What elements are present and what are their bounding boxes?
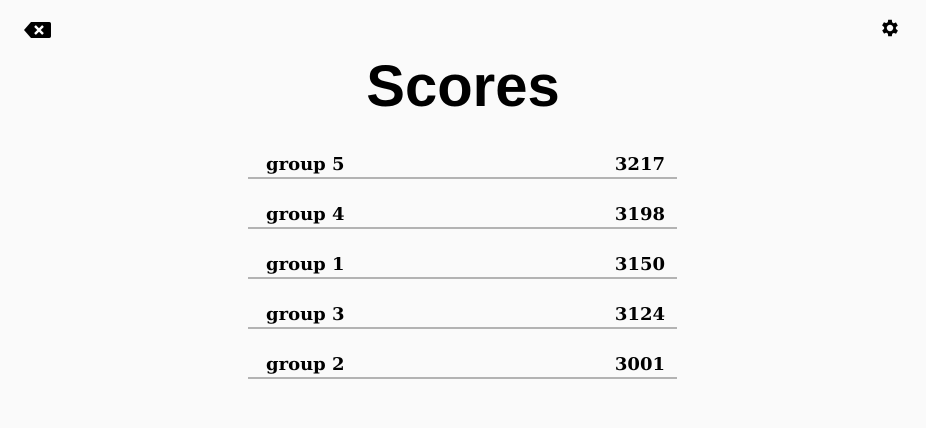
group-score: 3124 [614,304,665,325]
group-score: 3198 [614,204,665,225]
group-name: group 4 [266,204,345,225]
score-row: group 5 3217 [248,150,677,179]
group-score: 3150 [614,254,665,275]
score-row: group 1 3150 [248,229,677,279]
gear-icon[interactable] [879,17,901,39]
score-row: group 4 3198 [248,179,677,229]
group-name: group 3 [266,304,345,325]
group-name: group 1 [266,254,345,275]
score-row: group 3 3124 [248,279,677,329]
group-score: 3001 [614,354,665,375]
group-score: 3217 [614,154,665,175]
group-name: group 2 [266,354,345,375]
scores-list: group 5 3217 group 4 3198 group 1 3150 grou… [248,150,677,379]
group-name: group 5 [266,154,345,175]
backspace-icon[interactable] [23,21,51,39]
page-title: Scores [366,54,560,119]
score-row: group 2 3001 [248,329,677,379]
